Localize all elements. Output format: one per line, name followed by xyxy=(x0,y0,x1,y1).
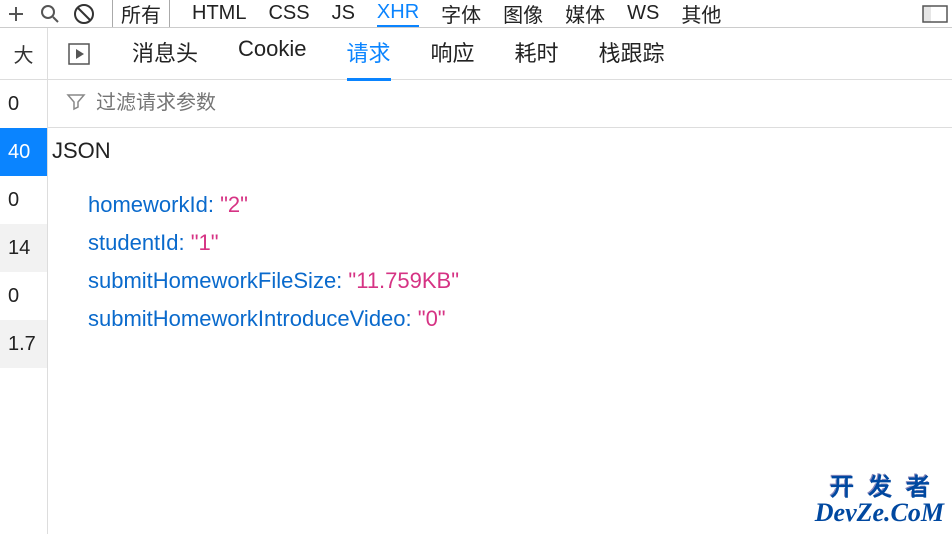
json-property: studentId: "1" xyxy=(88,224,952,262)
request-row[interactable]: 40 xyxy=(0,128,47,176)
json-value: "11.759KB" xyxy=(348,268,459,293)
filter-tab-font[interactable]: 字体 xyxy=(441,0,481,28)
filter-icon xyxy=(66,91,86,116)
detail-tabs-inner: 消息头 Cookie 请求响应耗时栈跟踪 xyxy=(132,26,665,81)
filter-row xyxy=(48,80,952,128)
detail-tab[interactable]: Cookie xyxy=(238,26,306,81)
plus-icon[interactable] xyxy=(4,2,28,26)
play-icon[interactable] xyxy=(66,41,92,67)
request-row[interactable]: 0 xyxy=(0,272,47,320)
detail-tab[interactable]: 耗时 xyxy=(515,26,559,81)
json-value: "1" xyxy=(191,230,219,255)
json-value: "0" xyxy=(418,306,446,331)
filter-tab-all[interactable]: 所有 xyxy=(112,0,170,28)
json-key: studentId: xyxy=(88,230,191,255)
watermark-line1: 开发者 xyxy=(815,476,944,500)
filter-tab-js[interactable]: JS xyxy=(332,0,355,27)
json-key: submitHomeworkFileSize: xyxy=(88,268,348,293)
json-body: homeworkId: "2"studentId: "1"submitHomew… xyxy=(48,174,952,338)
request-row[interactable]: 0 xyxy=(0,80,47,128)
request-row[interactable]: 14 xyxy=(0,224,47,272)
filter-tab-media[interactable]: 媒体 xyxy=(565,0,605,28)
main: 大 04001401.7 消息头Cookie请求响应耗时栈跟踪 JSON hom… xyxy=(0,28,952,534)
json-property: submitHomeworkIntroduceVideo: "0" xyxy=(88,300,952,338)
block-icon[interactable] xyxy=(72,2,96,26)
json-key: submitHomeworkIntroduceVideo: xyxy=(88,306,418,331)
detail-tab[interactable]: 消息头 xyxy=(132,26,198,81)
column-header-size[interactable]: 大 xyxy=(0,28,47,80)
json-property: submitHomeworkFileSize: "11.759KB" xyxy=(88,262,952,300)
filter-tab-html[interactable]: HTML xyxy=(192,0,246,27)
request-list-column: 大 04001401.7 xyxy=(0,28,48,534)
filter-tab-other[interactable]: 其他 xyxy=(681,0,721,28)
json-key: homeworkId: xyxy=(88,192,220,217)
watermark-line2: DevZe.CoM xyxy=(815,500,944,526)
request-row[interactable]: 1.7 xyxy=(0,320,47,368)
json-value: "2" xyxy=(220,192,248,217)
detail-tab[interactable]: 栈跟踪 xyxy=(599,26,665,81)
detail-panel: 消息头Cookie请求响应耗时栈跟踪 JSON homeworkId: "2"s… xyxy=(48,28,952,534)
filter-tab-css[interactable]: CSS xyxy=(268,0,309,27)
filter-tabs: 所有 HTML CSS JS XHR 字体 图像 媒体 WS 其他 xyxy=(112,0,721,28)
search-icon[interactable] xyxy=(38,2,62,26)
top-toolbar: 所有 HTML CSS JS XHR 字体 图像 媒体 WS 其他 xyxy=(0,0,952,28)
json-property: homeworkId: "2" xyxy=(88,186,952,224)
detail-tab[interactable]: 请求 xyxy=(347,26,391,81)
toggle-panel-icon[interactable] xyxy=(922,5,948,23)
detail-tabs: 消息头 Cookie 请求响应耗时栈跟踪 xyxy=(48,28,952,80)
filter-input[interactable] xyxy=(96,92,952,115)
watermark: 开发者 DevZe.CoM xyxy=(815,476,944,526)
detail-tab[interactable]: 响应 xyxy=(431,26,475,81)
request-row[interactable]: 0 xyxy=(0,176,47,224)
filter-tab-image[interactable]: 图像 xyxy=(503,0,543,28)
json-section: JSON homeworkId: "2"studentId: "1"submit… xyxy=(48,128,952,338)
filter-tab-ws[interactable]: WS xyxy=(627,0,659,27)
filter-tab-xhr[interactable]: XHR xyxy=(377,0,419,28)
json-header[interactable]: JSON xyxy=(48,128,952,174)
request-rows: 04001401.7 xyxy=(0,80,47,368)
